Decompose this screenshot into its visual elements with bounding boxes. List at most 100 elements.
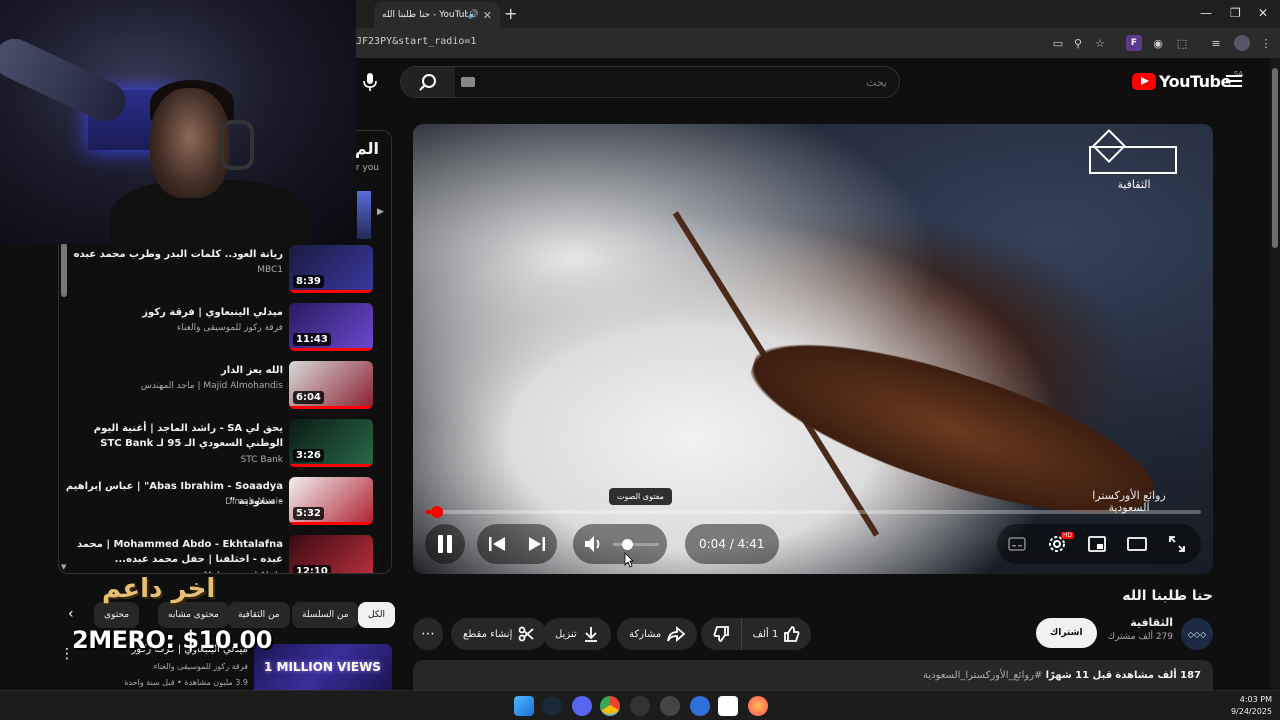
hashtag[interactable]: #روائع_الأوركسترا_السعودية: [923, 670, 1042, 681]
app-icon[interactable]: [660, 696, 680, 716]
playlist-item-thumbnail[interactable]: 11:43: [289, 303, 373, 351]
playlist-item[interactable]: 5:32 Abas Ibrahim - Soaadya" | عباس إبراه…: [59, 477, 391, 529]
playlist-item[interactable]: 3:26 يحق لي SA - راشد الماجد | أغنية اليو…: [59, 419, 391, 471]
channel-name[interactable]: الثقافية: [1103, 616, 1173, 629]
playlist-item[interactable]: 12:10 Mohammed Abdo - Ekhtalafna | محمد ع…: [59, 535, 391, 573]
settings-button[interactable]: HD: [1037, 524, 1077, 564]
channel-info: الثقافية 279 ألف مشترك: [1103, 616, 1173, 642]
playlist-item-thumbnail[interactable]: 8:39: [289, 245, 373, 293]
progress-bar[interactable]: [425, 506, 1201, 518]
playlist-item-thumbnail[interactable]: 12:10: [289, 535, 373, 573]
pause-icon: [438, 535, 452, 553]
youtube-header: YouTube SA: [356, 58, 1270, 106]
clip-button[interactable]: إنشاء مقطع: [451, 618, 547, 650]
filter-chip-all[interactable]: الكل: [358, 602, 396, 628]
subtitles-icon: [1008, 537, 1026, 551]
playlist-item[interactable]: 6:04 الله يعز الدار Majid Almohandis | ماج…: [59, 361, 391, 413]
recommended-thumbnail[interactable]: 1 MILLION VIEWS: [254, 644, 392, 690]
playlist-item[interactable]: 11:43 ميدلي الينبعاوي | فرقة ركوز فرقة ركو…: [59, 303, 391, 355]
volume-pill: [573, 524, 667, 564]
guide-menu-button[interactable]: [1226, 72, 1246, 90]
voice-search-button[interactable]: [356, 68, 384, 96]
url-field[interactable]: JF23PY&start_radio=1: [356, 36, 476, 47]
steam-icon[interactable]: [542, 696, 562, 716]
webcam-overlay: [0, 0, 356, 244]
system-clock[interactable]: 4:03 PM 9/24/2025: [1231, 694, 1272, 718]
playlist-item-thumbnail[interactable]: 3:26: [289, 419, 373, 467]
description-box[interactable]: 187 ألف مشاهدة قبل 11 شهرًا #روائع_الأور…: [413, 660, 1213, 690]
playlist-item[interactable]: 8:39 ريانة العود.. كلمات البدر وطرب محمد …: [59, 245, 391, 297]
puzzle-icon[interactable]: ⬚: [1174, 35, 1190, 51]
media-control-icon[interactable]: ≡: [1208, 35, 1224, 51]
minimize-button[interactable]: —: [1200, 6, 1212, 20]
capcut-icon[interactable]: [718, 696, 738, 716]
firefox-icon[interactable]: [748, 696, 768, 716]
windows-taskbar: 4:03 PM 9/24/2025: [0, 690, 1280, 720]
next-button[interactable]: [517, 524, 557, 564]
page-scrollbar[interactable]: [1270, 58, 1280, 690]
bookmark-star-icon[interactable]: ☆: [1092, 35, 1108, 51]
chrome-icon[interactable]: [600, 696, 620, 716]
miniplayer-icon: [1088, 536, 1106, 552]
cast-icon[interactable]: ▭: [1050, 35, 1066, 51]
channel-avatar[interactable]: ◇◇◇: [1181, 618, 1213, 650]
subscribe-button[interactable]: اشتراك: [1036, 618, 1097, 648]
windows-start-icon[interactable]: [514, 696, 534, 716]
subtitles-button[interactable]: [997, 524, 1037, 564]
playlist-current-thumb[interactable]: [357, 191, 371, 239]
progress-scrubber[interactable]: [431, 506, 443, 518]
close-tab-icon[interactable]: ✕: [483, 9, 492, 22]
pause-button[interactable]: [425, 524, 465, 564]
discord-icon[interactable]: [572, 696, 592, 716]
obs-icon[interactable]: [630, 696, 650, 716]
previous-button[interactable]: [477, 524, 517, 564]
volume-icon: [585, 536, 600, 552]
scrollbar-thumb[interactable]: [1272, 68, 1278, 248]
kebab-menu-icon[interactable]: ⋮: [1258, 35, 1274, 51]
browser-tab[interactable]: حنا طلبنا الله - YouTube 🔊 ✕: [374, 2, 500, 28]
hd-badge: HD: [1061, 532, 1075, 539]
video-title: حنا طلبنا الله: [1122, 588, 1213, 604]
fullscreen-button[interactable]: [1157, 524, 1197, 564]
volume-knob[interactable]: [622, 538, 633, 550]
thumbs-up-icon: [784, 626, 800, 642]
webcam-arm: [0, 32, 132, 128]
clock-date: 9/24/2025: [1230, 707, 1272, 716]
filter-chip-similar[interactable]: محتوى مشابه: [158, 602, 229, 628]
playlist-item-channel: Majid Almohandis | ماجد المهندس: [140, 381, 283, 391]
new-tab-button[interactable]: +: [504, 4, 517, 23]
dislike-button[interactable]: [701, 618, 741, 650]
microphone-icon: [363, 73, 377, 91]
speaker-icon[interactable]: 🔊: [468, 10, 479, 20]
restore-button[interactable]: ❐: [1230, 6, 1241, 20]
volume-tooltip: مفتوى الصوت: [609, 488, 672, 505]
search-button[interactable]: [401, 67, 455, 97]
chevron-left-icon[interactable]: ‹: [68, 606, 74, 622]
watched-progress: [289, 406, 373, 409]
miniplayer-button[interactable]: [1077, 524, 1117, 564]
close-window-button[interactable]: ✕: [1258, 6, 1268, 20]
share-button[interactable]: مشاركة: [617, 618, 698, 650]
duration-badge: 6:04: [293, 391, 324, 404]
mute-button[interactable]: [573, 524, 613, 564]
playlist-item-thumbnail[interactable]: 5:32: [289, 477, 373, 525]
filter-chip-series[interactable]: من السلسلة: [292, 602, 359, 628]
filter-chip-channel[interactable]: من الثقافية: [228, 602, 290, 628]
profile-avatar[interactable]: [1234, 35, 1250, 51]
playlist-item-title: الله يعز الدار: [220, 365, 283, 376]
zoom-icon[interactable]: ⚲: [1070, 35, 1086, 51]
like-button[interactable]: 1 ألف: [741, 618, 811, 650]
time-display: 0:04 / 4:41: [699, 537, 765, 551]
video-player[interactable]: الثقافية روائع الأوركسترا السعودية مفتوى…: [413, 124, 1213, 574]
volume-slider[interactable]: [613, 538, 659, 550]
download-button[interactable]: تنزيل: [543, 618, 611, 650]
playlist-item-thumbnail[interactable]: 6:04: [289, 361, 373, 409]
screen: حنا طلبنا الله - YouTube 🔊 ✕ + — ❐ ✕ JF2…: [0, 0, 1280, 720]
theater-mode-button[interactable]: [1117, 524, 1157, 564]
more-actions-button[interactable]: ⋯: [413, 618, 443, 650]
extension-f-icon[interactable]: F: [1126, 35, 1142, 51]
search-input[interactable]: [457, 67, 897, 97]
filter-chip-more[interactable]: محتوى: [94, 602, 140, 628]
app-icon[interactable]: [690, 696, 710, 716]
extension-icon[interactable]: ◉: [1150, 35, 1166, 51]
